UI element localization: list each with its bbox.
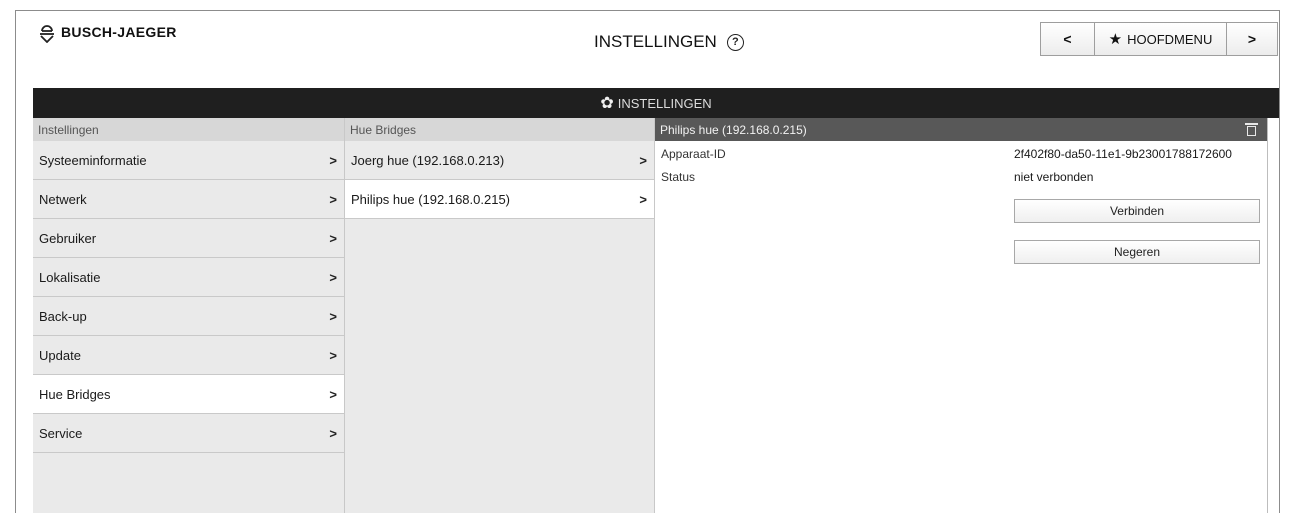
connect-button[interactable]: Verbinden: [1014, 199, 1260, 223]
settings-item-label: Back-up: [39, 308, 87, 324]
main-menu-button[interactable]: ★ HOOFDMENU: [1094, 22, 1227, 56]
settings-item-label: Netwerk: [39, 191, 87, 207]
settings-item-label: Service: [39, 425, 83, 441]
main-menu-label: HOOFDMENU: [1127, 31, 1213, 47]
gear-icon: ✿: [600, 95, 614, 112]
bridge-item-philips[interactable]: Philips hue (192.168.0.215) >: [345, 180, 654, 219]
chevron-right-icon: >: [639, 191, 647, 207]
settings-item-hue-bridges[interactable]: Hue Bridges >: [33, 375, 344, 414]
settings-item-label: Systeeminformatie: [39, 152, 147, 168]
settings-item-gebruiker[interactable]: Gebruiker >: [33, 219, 344, 258]
star-icon: ★: [1108, 31, 1123, 48]
settings-item-label: Update: [39, 347, 81, 363]
next-button[interactable]: >: [1226, 22, 1278, 56]
bridge-item-label: Joerg hue (192.168.0.213): [351, 152, 505, 168]
brand-name: BUSCH-JAEGER: [61, 24, 177, 40]
trash-icon[interactable]: [1245, 123, 1258, 136]
page-title-text: INSTELLINGEN: [594, 32, 717, 51]
detail-heading-title: Philips hue (192.168.0.215): [660, 122, 807, 137]
settings-item-service[interactable]: Service >: [33, 414, 344, 453]
settings-item-lokalisatie[interactable]: Lokalisatie >: [33, 258, 344, 297]
chevron-right-icon: >: [329, 191, 337, 207]
detail-heading: Philips hue (192.168.0.215): [655, 118, 1267, 141]
ignore-button[interactable]: Negeren: [1014, 240, 1260, 264]
previous-button[interactable]: <: [1040, 22, 1095, 56]
section-bar: ✿ INSTELLINGEN: [33, 88, 1279, 118]
device-id-value: 2f402f80-da50-11e1-9b23001788172600: [1014, 147, 1232, 161]
settings-item-netwerk[interactable]: Netwerk >: [33, 180, 344, 219]
status-label: Status: [661, 170, 696, 184]
settings-item-update[interactable]: Update >: [33, 336, 344, 375]
busch-jaeger-logo-icon: [40, 25, 54, 43]
chevron-right-icon: >: [329, 425, 337, 441]
detail-panel: Philips hue (192.168.0.215) Apparaat-ID …: [655, 118, 1268, 513]
settings-item-label: Hue Bridges: [39, 386, 111, 402]
chevron-right-icon: >: [329, 308, 337, 324]
bridges-column: Hue Bridges Joerg hue (192.168.0.213) > …: [345, 118, 655, 513]
bridge-item-joerg[interactable]: Joerg hue (192.168.0.213) >: [345, 141, 654, 180]
chevron-right-icon: >: [639, 152, 647, 168]
status-value: niet verbonden: [1014, 170, 1094, 184]
page-title: INSTELLINGEN ?: [594, 32, 744, 52]
settings-item-systeeminformatie[interactable]: Systeeminformatie >: [33, 141, 344, 180]
settings-item-back-up[interactable]: Back-up >: [33, 297, 344, 336]
device-id-label: Apparaat-ID: [661, 147, 726, 161]
settings-item-label: Gebruiker: [39, 230, 97, 246]
settings-column-heading: Instellingen: [33, 118, 344, 141]
brand-logo: BUSCH-JAEGER: [39, 21, 177, 43]
settings-item-label: Lokalisatie: [39, 269, 101, 285]
chevron-right-icon: >: [329, 347, 337, 363]
help-icon[interactable]: ?: [726, 33, 744, 51]
chevron-right-icon: >: [329, 386, 337, 402]
section-bar-label: INSTELLINGEN: [617, 95, 712, 111]
chevron-right-icon: >: [329, 230, 337, 246]
chevron-right-icon: >: [329, 152, 337, 168]
settings-column: Instellingen Systeeminformatie > Netwerk…: [33, 118, 345, 513]
chevron-right-icon: >: [329, 269, 337, 285]
bridge-item-label: Philips hue (192.168.0.215): [351, 191, 511, 207]
bridges-column-heading: Hue Bridges: [345, 118, 654, 141]
